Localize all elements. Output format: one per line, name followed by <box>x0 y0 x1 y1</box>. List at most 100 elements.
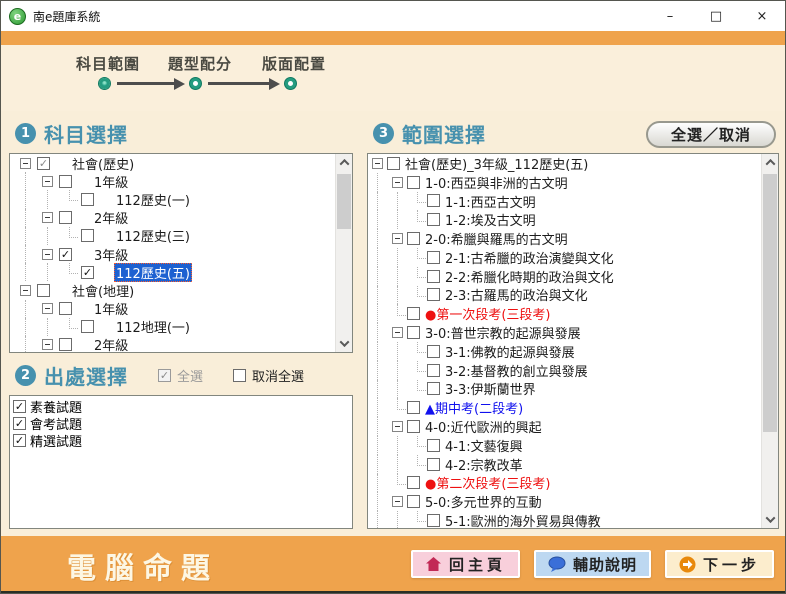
list-item-label[interactable]: 精選試題 <box>30 431 82 450</box>
checkbox[interactable] <box>407 307 420 320</box>
checkbox[interactable] <box>59 175 72 188</box>
collapse-expander-icon[interactable] <box>42 176 53 187</box>
tree-node-label[interactable]: 4-2:宗教改革 <box>443 455 525 474</box>
tree-node-label[interactable]: 112歷史(五) <box>114 263 192 282</box>
help-button[interactable]: 輔助說明 <box>534 550 651 578</box>
tree-node-label[interactable]: 3年級 <box>92 245 130 264</box>
tree-node-label[interactable]: 2-0:希臘與羅馬的古文明 <box>423 229 570 248</box>
checkbox[interactable] <box>427 439 440 452</box>
select-all-checkbox[interactable]: ✓ <box>158 369 171 382</box>
tree-node-label[interactable]: 社會(歷史) <box>70 154 136 173</box>
collapse-expander-icon[interactable] <box>372 158 383 169</box>
checkbox[interactable] <box>427 270 440 283</box>
checkbox[interactable] <box>407 495 420 508</box>
collapse-expander-icon[interactable] <box>392 496 403 507</box>
checkbox[interactable] <box>427 382 440 395</box>
scrollbar-thumb[interactable] <box>763 174 777 432</box>
collapse-expander-icon[interactable] <box>20 285 31 296</box>
scope-tree-scrollbar[interactable] <box>761 154 778 528</box>
checkbox[interactable]: ✓ <box>37 157 50 170</box>
tree-node-label[interactable]: 4-0:近代歐洲的興起 <box>423 417 544 436</box>
maximize-button[interactable]: □ <box>693 1 739 31</box>
tree-node-label[interactable]: 3-1:佛教的起源與發展 <box>443 342 577 361</box>
subject-tree-scrollbar[interactable] <box>335 154 352 352</box>
collapse-expander-icon[interactable] <box>42 303 53 314</box>
collapse-expander-icon[interactable] <box>42 339 53 350</box>
checkbox[interactable] <box>407 401 420 414</box>
tree-node-label[interactable]: 3-3:伊斯蘭世界 <box>443 379 538 398</box>
tree-node-label[interactable]: 1-1:西亞古文明 <box>443 192 538 211</box>
tree-node-label[interactable]: 5-1:歐洲的海外貿易與傳教 <box>443 511 603 528</box>
checkbox[interactable]: ✓ <box>81 266 94 279</box>
tree-node-label[interactable]: 112地理(一) <box>114 317 192 336</box>
home-button[interactable]: 回主頁 <box>411 550 520 578</box>
checkbox[interactable] <box>427 288 440 301</box>
checkbox[interactable] <box>427 213 440 226</box>
tree-node-label[interactable]: 1年級 <box>92 299 130 318</box>
collapse-expander-icon[interactable] <box>392 233 403 244</box>
tree-node-label[interactable]: ●第一次段考(三段考) <box>423 304 553 323</box>
tree-node-label[interactable]: 社會(地理) <box>70 281 136 300</box>
checkbox[interactable] <box>59 211 72 224</box>
tree-node-label[interactable]: 1年級 <box>92 172 130 191</box>
checkbox[interactable] <box>81 320 94 333</box>
tree-node-label[interactable]: 2年級 <box>92 208 130 227</box>
collapse-expander-icon[interactable] <box>392 327 403 338</box>
checkbox[interactable] <box>427 364 440 377</box>
tree-node-label[interactable]: 2-3:古羅馬的政治與文化 <box>443 285 590 304</box>
next-step-button[interactable]: 下一步 <box>665 550 774 578</box>
checkbox[interactable] <box>427 458 440 471</box>
scroll-up-button[interactable] <box>336 154 352 171</box>
collapse-expander-icon[interactable] <box>392 421 403 432</box>
tree-node-label[interactable]: ▲期中考(二段考) <box>423 398 525 417</box>
checkbox[interactable] <box>59 338 72 351</box>
tree-connector <box>412 380 427 399</box>
checkbox[interactable]: ✓ <box>59 248 72 261</box>
tree-node-label[interactable]: 4-1:文藝復興 <box>443 436 525 455</box>
checkbox[interactable] <box>407 420 420 433</box>
tree-node-label[interactable]: 1-0:西亞與非洲的古文明 <box>423 173 570 192</box>
checkbox[interactable] <box>387 157 400 170</box>
minimize-button[interactable]: – <box>647 1 693 31</box>
tree-node-label[interactable]: 3-2:基督教的創立與發展 <box>443 361 590 380</box>
tree-node-label[interactable]: ●第二次段考(三段考) <box>423 473 553 492</box>
checkbox[interactable]: ✓ <box>13 434 26 447</box>
checkbox[interactable]: ✓ <box>13 400 26 413</box>
collapse-expander-icon[interactable] <box>392 177 403 188</box>
checkbox[interactable]: ✓ <box>13 417 26 430</box>
close-button[interactable]: × <box>739 1 785 31</box>
tree-node-label[interactable]: 社會(歷史)_3年級_112歷史(五) <box>403 154 590 173</box>
select-all-toggle-button[interactable]: 全選／取消 <box>646 121 776 148</box>
tree-node-label[interactable]: 5-0:多元世界的互動 <box>423 492 544 511</box>
collapse-expander-icon[interactable] <box>42 212 53 223</box>
scroll-down-button[interactable] <box>762 511 778 528</box>
tree-node-label[interactable]: 112歷史(三) <box>114 226 192 245</box>
tree-node-label[interactable]: 1-2:埃及古文明 <box>443 210 538 229</box>
collapse-expander-icon[interactable] <box>20 158 31 169</box>
checkbox[interactable] <box>407 232 420 245</box>
scroll-up-button[interactable] <box>762 154 778 171</box>
checkbox[interactable] <box>407 476 420 489</box>
checkbox[interactable] <box>37 284 50 297</box>
checkbox[interactable] <box>427 251 440 264</box>
deselect-all-checkbox[interactable] <box>233 369 246 382</box>
tree-node-label[interactable]: 3-0:普世宗教的起源與發展 <box>423 323 583 342</box>
checkbox[interactable] <box>407 326 420 339</box>
scroll-down-button[interactable] <box>336 335 352 352</box>
select-all-label[interactable]: 全選 <box>177 366 203 385</box>
checkbox[interactable] <box>81 229 94 242</box>
checkbox[interactable] <box>407 176 420 189</box>
tree-node-label[interactable]: 112歷史(一) <box>114 190 192 209</box>
tree-node-label[interactable]: 2年級 <box>92 335 130 352</box>
checkbox[interactable] <box>59 302 72 315</box>
checkbox[interactable] <box>427 345 440 358</box>
checkbox[interactable] <box>81 193 94 206</box>
tree-connector <box>412 267 427 286</box>
tree-node-label[interactable]: 2-1:古希臘的政治演變與文化 <box>443 248 616 267</box>
checkbox[interactable] <box>427 514 440 527</box>
collapse-expander-icon[interactable] <box>42 249 53 260</box>
deselect-all-label[interactable]: 取消全選 <box>252 366 304 385</box>
tree-node-label[interactable]: 2-2:希臘化時期的政治與文化 <box>443 267 616 286</box>
scrollbar-thumb[interactable] <box>337 174 351 229</box>
checkbox[interactable] <box>427 194 440 207</box>
